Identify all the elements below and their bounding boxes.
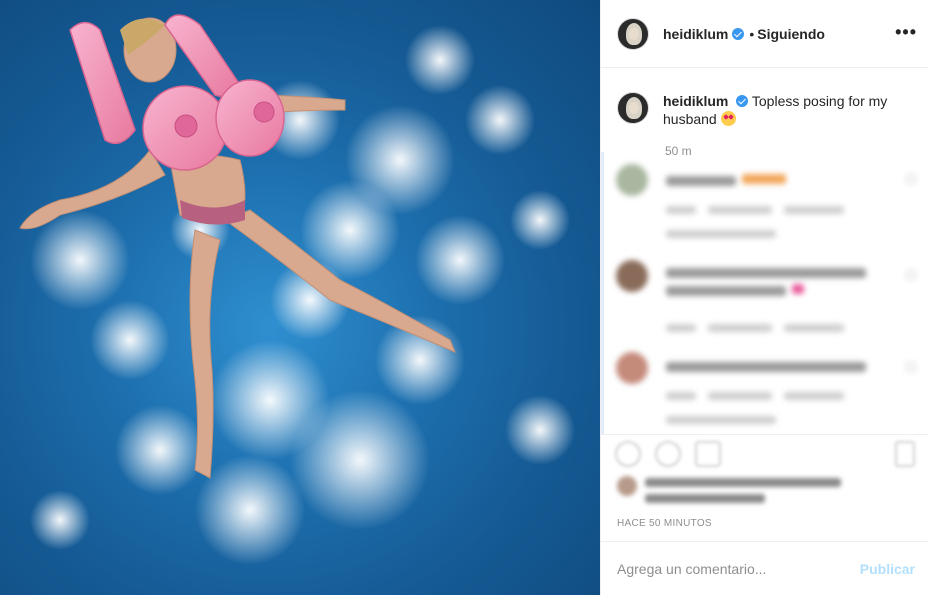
more-options-icon[interactable]: ••• [895,22,917,43]
share-icon[interactable] [695,441,721,467]
post-header: heidiklum • Siguiendo ••• [601,0,928,68]
post-actions [601,434,928,474]
heart-icon[interactable] [615,441,641,467]
add-comment-bar: Publicar [601,541,928,595]
author-username[interactable]: heidiklum [663,26,728,42]
bookmark-icon[interactable] [895,441,915,467]
caption-avatar[interactable] [617,92,649,124]
post-timestamp[interactable]: HACE 50 MINUTOS [617,518,712,529]
post-side-panel: heidiklum • Siguiendo ••• heidiklum Topl… [600,0,928,595]
pink-float [69,14,285,171]
post-photo[interactable] [0,0,600,595]
post-caption: heidiklum Topless posing for my husband [617,92,917,128]
caption-username[interactable]: heidiklum [663,93,728,109]
following-button[interactable]: Siguiendo [757,26,825,42]
verified-badge-icon [736,95,749,107]
follow-separator: • [749,25,755,42]
comment-icon[interactable] [655,441,681,467]
comments-list[interactable] [601,152,928,434]
photo-illustration [19,14,575,565]
heart-eyes-emoji-icon [720,111,736,126]
comment-input[interactable] [617,560,860,577]
verified-badge-icon [732,27,745,40]
likes-summary[interactable] [617,474,917,510]
author-avatar[interactable] [617,17,649,50]
publish-button[interactable]: Publicar [860,561,915,577]
caption-text-block: heidiklum Topless posing for my husband [663,92,917,128]
